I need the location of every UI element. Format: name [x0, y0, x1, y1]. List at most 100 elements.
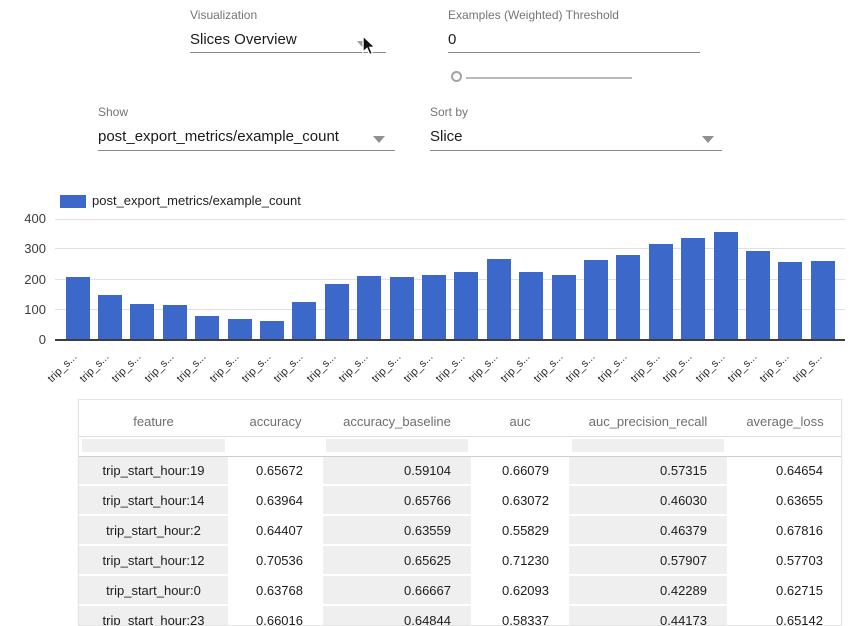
- bar-chart-plot-area: [55, 219, 845, 340]
- cell-average_loss: 0.57703: [727, 546, 842, 576]
- cell-auc: 0.63072: [471, 486, 569, 516]
- cell-feature: trip_start_hour:2: [79, 516, 228, 546]
- column-filter-input[interactable]: [231, 439, 320, 452]
- cell-average_loss: 0.65142: [727, 606, 842, 626]
- bar-13[interactable]: [487, 259, 511, 339]
- column-header-accuracy_baseline[interactable]: accuracy_baseline: [323, 400, 471, 437]
- table-row[interactable]: trip_start_hour:230.660160.648440.583370…: [79, 606, 842, 626]
- bar-17[interactable]: [616, 255, 640, 339]
- table-row[interactable]: trip_start_hour:00.637680.666670.620930.…: [79, 576, 842, 606]
- bar-15[interactable]: [552, 275, 576, 339]
- table-header-row: featureaccuracyaccuracy_baselineaucauc_p…: [79, 400, 842, 437]
- bar-23[interactable]: [811, 261, 835, 339]
- x-axis-baseline: [55, 339, 845, 341]
- bar-5[interactable]: [228, 319, 252, 339]
- bar-16[interactable]: [584, 260, 608, 339]
- cell-accuracy_baseline: 0.65625: [323, 546, 471, 576]
- sort-by-select-value[interactable]: Slice: [430, 128, 463, 145]
- metrics-table: featureaccuracyaccuracy_baselineaucauc_p…: [78, 399, 842, 626]
- column-filter-input[interactable]: [730, 439, 840, 452]
- bar-9[interactable]: [357, 276, 381, 339]
- bar-1[interactable]: [98, 295, 122, 339]
- cell-accuracy_baseline: 0.59104: [323, 456, 471, 486]
- show-select-underline: [98, 150, 395, 151]
- y-axis-tick-label: 300: [6, 241, 46, 256]
- cell-auc_precision_recall: 0.57907: [569, 546, 727, 576]
- bar-22[interactable]: [778, 262, 802, 339]
- table-row[interactable]: trip_start_hour:140.639640.657660.630720…: [79, 486, 842, 516]
- bar-0[interactable]: [66, 277, 90, 339]
- bar-21[interactable]: [746, 251, 770, 339]
- bar-4[interactable]: [195, 316, 219, 339]
- table-row[interactable]: trip_start_hour:120.705360.656250.712300…: [79, 546, 842, 576]
- bar-7[interactable]: [292, 302, 316, 339]
- cell-accuracy: 0.66016: [228, 606, 323, 626]
- bar-19[interactable]: [681, 238, 705, 339]
- cell-auc: 0.62093: [471, 576, 569, 606]
- bar-6[interactable]: [260, 321, 284, 339]
- visualization-label: Visualization: [190, 8, 257, 22]
- bar-18[interactable]: [649, 244, 673, 339]
- column-filter-input[interactable]: [326, 439, 468, 452]
- cell-auc: 0.71230: [471, 546, 569, 576]
- bar-12[interactable]: [454, 272, 478, 339]
- gridline: [55, 219, 845, 220]
- bar-2[interactable]: [130, 304, 154, 339]
- table-row[interactable]: trip_start_hour:190.656720.591040.66079 0…: [79, 456, 842, 486]
- y-axis-tick-label: 0: [6, 332, 46, 347]
- y-axis-tick-label: 100: [6, 302, 46, 317]
- cell-feature: trip_start_hour:0: [79, 576, 228, 606]
- cell-auc: 0.66079: [471, 456, 569, 486]
- mouse-cursor-icon: [360, 35, 380, 57]
- cell-accuracy: 0.70536: [228, 546, 323, 576]
- y-axis-tick-label: 200: [6, 272, 46, 287]
- column-header-accuracy[interactable]: accuracy: [228, 400, 323, 437]
- cell-accuracy_baseline: 0.64844: [323, 606, 471, 626]
- cell-auc: 0.55829: [471, 516, 569, 546]
- bar-11[interactable]: [422, 275, 446, 339]
- threshold-slider-track[interactable]: [466, 77, 632, 79]
- bar-8[interactable]: [325, 284, 349, 339]
- sort-by-label: Sort by: [430, 105, 468, 119]
- cell-accuracy_baseline: 0.63559: [323, 516, 471, 546]
- threshold-slider-thumb[interactable]: [451, 71, 462, 82]
- cell-auc_precision_recall: 0.44173: [569, 606, 727, 626]
- cell-feature: trip_start_hour:12: [79, 546, 228, 576]
- bar-20[interactable]: [714, 232, 738, 339]
- column-header-feature[interactable]: feature: [79, 400, 228, 437]
- table-row[interactable]: trip_start_hour:20.644070.635590.558290.…: [79, 516, 842, 546]
- cell-accuracy_baseline: 0.66667: [323, 576, 471, 606]
- bar-3[interactable]: [163, 305, 187, 339]
- column-filter-input[interactable]: [572, 439, 724, 452]
- bar-14[interactable]: [519, 272, 543, 339]
- show-select-value[interactable]: post_export_metrics/example_count: [98, 128, 339, 145]
- column-filter-input[interactable]: [82, 439, 225, 452]
- legend-swatch: [60, 195, 86, 208]
- cell-auc_precision_recall: 0.46379: [569, 516, 727, 546]
- sort-by-select-underline: [430, 150, 722, 151]
- cell-accuracy: 0.64407: [228, 516, 323, 546]
- threshold-input[interactable]: 0: [448, 31, 456, 48]
- cell-accuracy: 0.65672: [228, 456, 323, 486]
- chevron-down-icon[interactable]: [373, 136, 385, 143]
- bar-10[interactable]: [390, 277, 414, 339]
- table-filter-row: [79, 437, 842, 456]
- cell-feature: trip_start_hour:19: [79, 456, 228, 486]
- cell-average_loss: 0.62715: [727, 576, 842, 606]
- cell-accuracy_baseline: 0.65766: [323, 486, 471, 516]
- column-header-average_loss[interactable]: average_loss: [727, 400, 842, 437]
- threshold-input-underline: [448, 52, 700, 53]
- show-label: Show: [98, 105, 128, 119]
- cell-auc_precision_recall: 0.42289: [569, 576, 727, 606]
- cell-average_loss: 0.64654: [727, 456, 842, 486]
- cell-average_loss: 0.63655: [727, 486, 842, 516]
- column-filter-input[interactable]: [474, 439, 566, 452]
- visualization-select-value[interactable]: Slices Overview: [190, 31, 297, 48]
- column-header-auc_precision_recall[interactable]: auc_precision_recall: [569, 400, 727, 437]
- chevron-down-icon[interactable]: [702, 136, 714, 143]
- column-header-auc[interactable]: auc: [471, 400, 569, 437]
- threshold-label: Examples (Weighted) Threshold: [448, 8, 619, 22]
- cell-average_loss: 0.67816: [727, 516, 842, 546]
- tfma-slicing-metrics-view: Visualization Slices Overview Examples (…: [0, 0, 863, 626]
- legend-label: post_export_metrics/example_count: [92, 193, 301, 208]
